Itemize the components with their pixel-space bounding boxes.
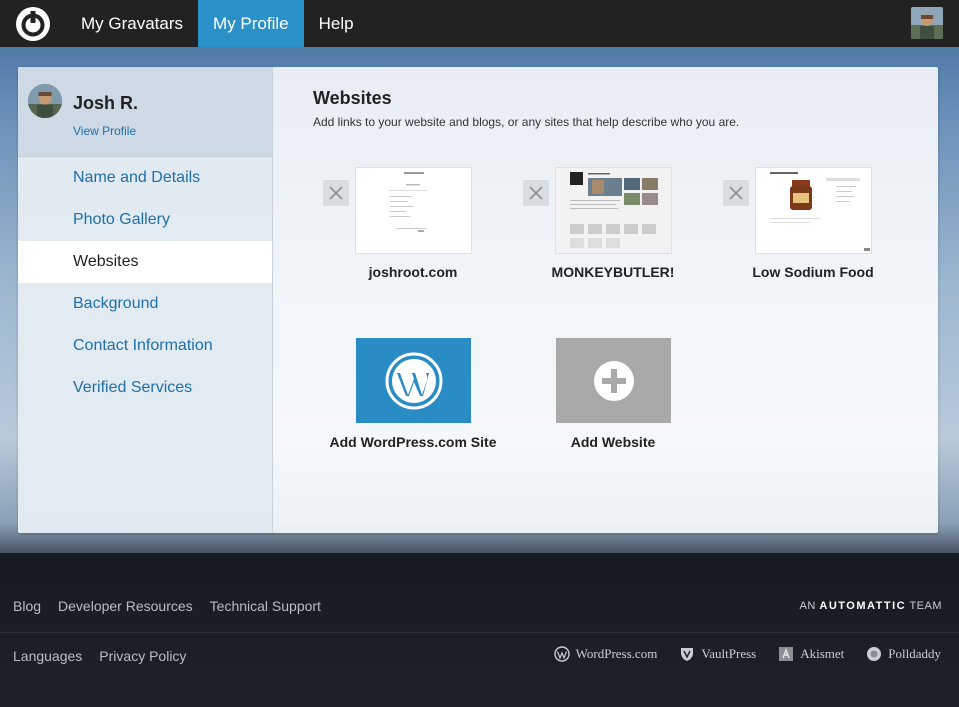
footer: Blog Developer Resources Technical Suppo… bbox=[0, 553, 959, 707]
gravatar-logo-icon[interactable] bbox=[0, 0, 66, 47]
nav-my-profile[interactable]: My Profile bbox=[198, 0, 304, 47]
brand-wordpress-label: WordPress.com bbox=[575, 646, 658, 661]
sidebar-item-photo-gallery[interactable]: Photo Gallery bbox=[18, 199, 272, 241]
brand-akismet[interactable]: Akismet bbox=[778, 646, 844, 662]
add-website-button[interactable]: Add Website bbox=[513, 338, 713, 468]
website-thumbnail[interactable] bbox=[356, 168, 471, 253]
polldaddy-logo-icon bbox=[867, 647, 882, 661]
footer-links-primary: Blog Developer Resources Technical Suppo… bbox=[13, 598, 321, 614]
close-icon bbox=[729, 186, 743, 200]
website-thumbnail[interactable] bbox=[556, 168, 671, 253]
websites-content: Websites Add links to your website and b… bbox=[313, 67, 938, 533]
akismet-logo-icon bbox=[779, 647, 794, 661]
nav-help[interactable]: Help bbox=[304, 0, 369, 47]
team-brand: AUTOMATTIC bbox=[819, 600, 907, 612]
footer-link-blog[interactable]: Blog bbox=[13, 598, 41, 614]
top-navigation-bar: My Gravatars My Profile Help bbox=[0, 0, 959, 47]
plus-icon bbox=[593, 360, 634, 401]
profile-avatar bbox=[28, 84, 62, 118]
sidebar-item-verified-services[interactable]: Verified Services bbox=[18, 367, 272, 409]
footer-links-secondary: Languages Privacy Policy bbox=[13, 648, 186, 664]
team-prefix: AN bbox=[799, 600, 816, 612]
page-title: Websites bbox=[313, 88, 392, 108]
footer-link-technical-support[interactable]: Technical Support bbox=[210, 598, 321, 614]
website-label: MONKEYBUTLER! bbox=[551, 264, 675, 280]
team-suffix: TEAM bbox=[909, 600, 942, 612]
add-wordpress-site-button[interactable]: Add WordPress.com Site bbox=[313, 338, 513, 468]
sidebar: Josh R. View Profile Name and Details Ph… bbox=[18, 67, 273, 533]
add-wordpress-site-label: Add WordPress.com Site bbox=[329, 434, 497, 450]
brand-vaultpress[interactable]: VaultPress bbox=[679, 646, 756, 662]
view-profile-link[interactable]: View Profile bbox=[73, 124, 136, 138]
remove-website-button[interactable] bbox=[723, 180, 749, 206]
sidebar-item-background[interactable]: Background bbox=[18, 283, 272, 325]
remove-website-button[interactable] bbox=[323, 180, 349, 206]
user-avatar[interactable] bbox=[911, 7, 943, 39]
footer-link-developer-resources[interactable]: Developer Resources bbox=[58, 598, 193, 614]
nav-my-gravatars[interactable]: My Gravatars bbox=[66, 0, 198, 47]
sidebar-item-websites[interactable]: Websites bbox=[18, 241, 272, 283]
brand-wordpress[interactable]: WordPress.com bbox=[553, 646, 658, 662]
automattic-team-badge[interactable]: AN AUTOMATTIC TEAM bbox=[800, 600, 942, 612]
website-card: joshroot.com bbox=[313, 168, 513, 308]
brand-vaultpress-label: VaultPress bbox=[701, 646, 757, 661]
page-description: Add links to your website and blogs, or … bbox=[313, 115, 740, 129]
brand-polldaddy[interactable]: Polldaddy bbox=[866, 646, 941, 662]
close-icon bbox=[529, 186, 543, 200]
website-card: MONKEYBUTLER! bbox=[513, 168, 713, 308]
close-icon bbox=[329, 186, 343, 200]
vaultpress-logo-icon bbox=[681, 648, 694, 661]
website-card: Low Sodium Food bbox=[713, 168, 913, 308]
wordpress-tile[interactable] bbox=[356, 338, 471, 423]
add-website-label: Add Website bbox=[570, 434, 656, 450]
settings-panel: Josh R. View Profile Name and Details Ph… bbox=[18, 67, 938, 533]
sidebar-item-name-and-details[interactable]: Name and Details bbox=[18, 157, 272, 199]
brand-akismet-label: Akismet bbox=[800, 646, 845, 661]
sidebar-item-contact-information[interactable]: Contact Information bbox=[18, 325, 272, 367]
remove-website-button[interactable] bbox=[523, 180, 549, 206]
brand-polldaddy-label: Polldaddy bbox=[888, 646, 941, 661]
website-label: joshroot.com bbox=[368, 264, 458, 280]
footer-brands: WordPress.com VaultPress Akismet Polldad… bbox=[553, 646, 941, 662]
website-thumbnail[interactable] bbox=[756, 168, 871, 253]
wordpress-logo-icon bbox=[385, 352, 442, 409]
footer-link-privacy-policy[interactable]: Privacy Policy bbox=[99, 648, 186, 664]
footer-link-languages[interactable]: Languages bbox=[13, 648, 82, 664]
wordpress-logo-icon bbox=[553, 646, 570, 662]
profile-header: Josh R. View Profile bbox=[18, 67, 272, 157]
footer-divider bbox=[0, 632, 959, 633]
website-label: Low Sodium Food bbox=[752, 264, 874, 280]
profile-name: Josh R. bbox=[73, 93, 139, 113]
add-website-tile[interactable] bbox=[556, 338, 671, 423]
